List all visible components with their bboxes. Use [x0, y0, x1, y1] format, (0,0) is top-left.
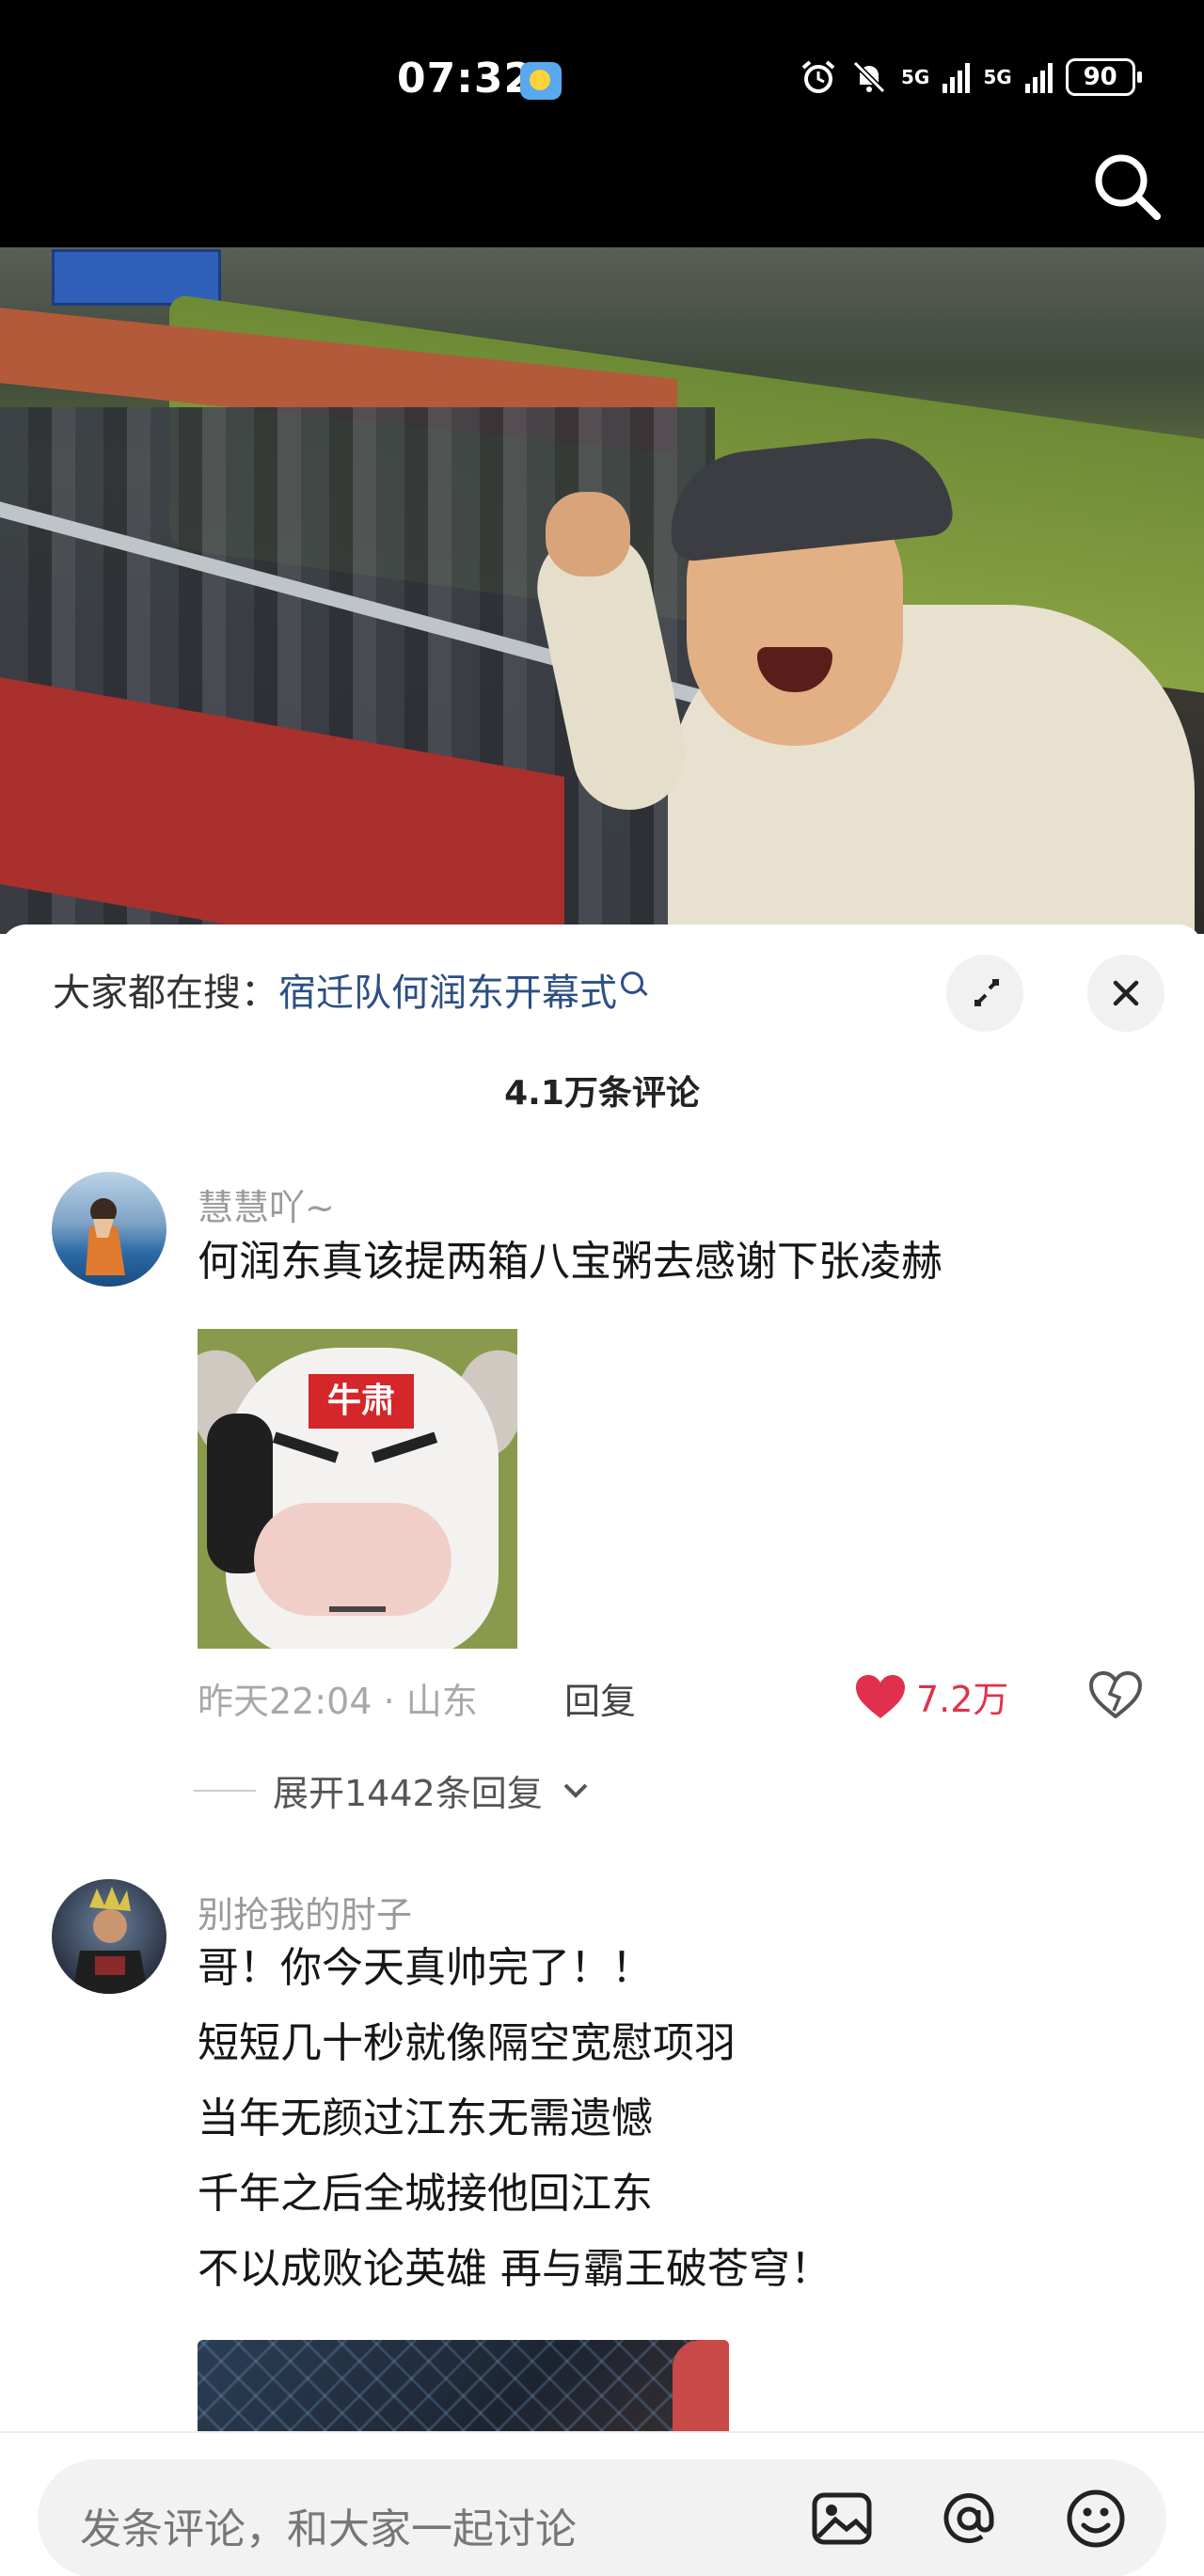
- search-icon[interactable]: [1091, 150, 1163, 222]
- sticker-badge: 牛肃: [309, 1374, 414, 1429]
- alarm-icon: [801, 60, 835, 93]
- comment-text-line: 哥！你今天真帅完了！！: [198, 1944, 653, 1992]
- sticker-nose: [254, 1503, 452, 1616]
- avatar[interactable]: [52, 1172, 166, 1287]
- image-icon[interactable]: [809, 2486, 875, 2552]
- mention-icon[interactable]: [936, 2486, 1002, 2552]
- expand-button[interactable]: [946, 955, 1023, 1032]
- mute-bell-icon: [852, 60, 886, 94]
- flat-cap: [663, 430, 955, 563]
- avatar-figure: [72, 1887, 148, 1994]
- comment-input-bar: 发条评论，和大家一起讨论: [0, 2431, 1204, 2576]
- like-button[interactable]: 7.2万: [854, 1670, 1008, 1722]
- search-small-icon: [621, 972, 643, 994]
- comment-username[interactable]: 别抢我的肘子: [198, 1886, 412, 1937]
- divider-line: [194, 1789, 256, 1792]
- cow-sticker-image[interactable]: 牛肃: [198, 1329, 517, 1649]
- status-bar: 07:32 5G 5G 90: [0, 0, 1204, 247]
- celebrating-man: [527, 417, 1204, 934]
- fist: [546, 492, 630, 577]
- sticker-mouth: [329, 1606, 386, 1612]
- hot-search-query[interactable]: 宿迁队何润东开幕式: [278, 972, 617, 1015]
- emoji-icon[interactable]: [1063, 2486, 1129, 2552]
- status-icons: 5G 5G 90: [800, 58, 1142, 96]
- comment-text-line: 千年之后全城接他回江东: [198, 2170, 653, 2218]
- comment-input-placeholder: 发条评论，和大家一起讨论: [80, 2505, 577, 2553]
- broken-heart-icon: [1088, 1670, 1143, 1719]
- close-icon: [1113, 980, 1139, 1006]
- video-player[interactable]: [0, 247, 1204, 934]
- avatar-figure: [86, 1198, 125, 1275]
- signal-2-icon: [1024, 61, 1053, 93]
- reply-button[interactable]: 回复: [564, 1672, 636, 1724]
- like-count: 7.2万: [916, 1679, 1009, 1720]
- battery-indicator: 90: [1065, 58, 1142, 96]
- comment-panel: 大家都在搜：宿迁队何润东开幕式 4.1万条评论 慧慧吖~ 何润东真该提两箱八宝粥…: [0, 925, 1204, 2576]
- comment-text-line: 不以成败论英雄 再与霸王破苍穹！: [198, 2245, 832, 2293]
- comment-input[interactable]: 发条评论，和大家一起讨论: [38, 2459, 1166, 2576]
- comment-username[interactable]: 慧慧吖~: [198, 1178, 335, 1230]
- avatar[interactable]: [52, 1879, 166, 1994]
- network-type-1: 5G: [901, 66, 930, 88]
- expand-icon: [974, 979, 999, 1006]
- dislike-button[interactable]: [1088, 1670, 1143, 1722]
- status-time: 07:32: [397, 55, 534, 103]
- network-type-2: 5G: [983, 66, 1012, 88]
- hot-search-banner[interactable]: 大家都在搜：宿迁队何润东开幕式: [53, 962, 643, 1017]
- hot-search-prefix: 大家都在搜：: [53, 972, 278, 1015]
- expand-replies-label: 展开1442条回复: [273, 1773, 543, 1814]
- chevron-down-icon: [563, 1783, 588, 1798]
- weather-icon: [520, 62, 562, 100]
- comment-text-line: 短短几十秒就像隔空宽慰项羽: [198, 2019, 736, 2067]
- comment-image[interactable]: [198, 2340, 729, 2443]
- comment-text-line: 当年无颜过江东无需遗憾: [198, 2094, 653, 2142]
- comment-text: 何润东真该提两箱八宝粥去感谢下张凌赫: [198, 1238, 943, 1286]
- signal-1-icon: [943, 61, 971, 93]
- expand-replies[interactable]: 展开1442条回复: [194, 1764, 592, 1816]
- close-button[interactable]: [1087, 955, 1164, 1032]
- comment-count: 4.1万条评论: [504, 1074, 700, 1113]
- comment-time-location: 昨天22:04 · 山东: [198, 1681, 478, 1722]
- heart-icon: [856, 1674, 905, 1718]
